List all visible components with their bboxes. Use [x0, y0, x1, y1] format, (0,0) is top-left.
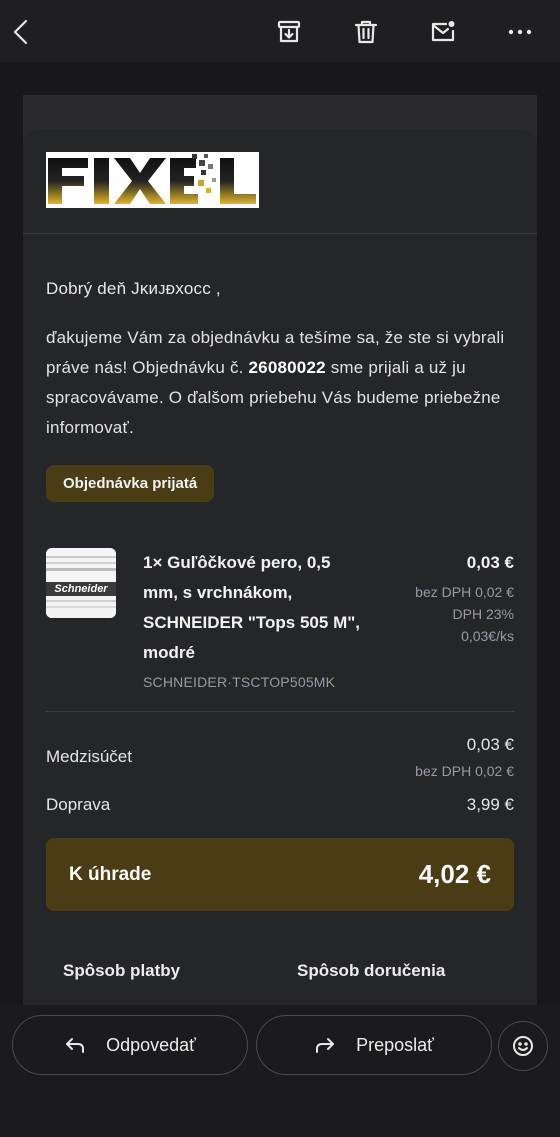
total-due-box: K úhrade 4,02 €: [46, 838, 514, 911]
smiley-icon: [513, 1036, 533, 1056]
order-number[interactable]: 26080022: [249, 358, 326, 377]
total-value: 4,02 €: [418, 859, 491, 889]
total-label: K úhrade: [69, 864, 152, 885]
product-price: 0,03 €: [466, 553, 514, 572]
product-sku: SCHNEIDER·TSCTOP505MK: [143, 674, 336, 690]
trash-icon: [354, 20, 378, 44]
back-button[interactable]: [2, 12, 42, 52]
more-options-button[interactable]: [500, 12, 540, 52]
email-body-frame: Dobrý deň Jĸᴎᴊᴆxocc , ďakujeme Vám za ob…: [23, 95, 537, 1005]
mark-unread-button[interactable]: [423, 12, 463, 52]
archive-button[interactable]: [269, 12, 309, 52]
archive-icon: [277, 20, 301, 43]
intro-paragraph: ďakujeme Vám za objednávku a tešíme sa, …: [46, 323, 516, 443]
product-thumbnail[interactable]: Schneider: [46, 548, 116, 618]
subtotal-row: Medzisúčet 0,03 € bez DPH 0,02 €: [46, 735, 514, 785]
shipping-row: Doprava 3,99 €: [46, 795, 514, 819]
subtotal-value: 0,03 €: [466, 735, 514, 754]
shipping-value: 3,99 €: [466, 795, 514, 814]
emoji-reaction-button[interactable]: [498, 1021, 548, 1071]
product-prices: 0,03 € bez DPH 0,02 € DPH 23% 0,03€/ks: [415, 553, 514, 647]
more-icon: [508, 29, 532, 35]
greeting-text: Dobrý deň Jĸᴎᴊᴆxocc ,: [46, 279, 221, 298]
reply-button[interactable]: Odpovedať: [12, 1015, 248, 1075]
fixel-logo: [46, 152, 259, 208]
delivery-method-title: Spôsob doručenia: [297, 961, 446, 980]
product-unit-price: 0,03€/ks: [461, 628, 514, 644]
subtotal-label: Medzisúčet: [46, 747, 132, 766]
product-thumb-brand: Schneider: [54, 583, 108, 595]
forward-button[interactable]: Preposlať: [256, 1015, 492, 1075]
delete-button[interactable]: [346, 12, 386, 52]
order-status-badge: Objednávka prijatá: [46, 465, 215, 502]
payment-method-title: Spôsob platby: [63, 961, 181, 980]
email-card: Dobrý deň Jĸᴎᴊᴆxocc , ďakujeme Vám za ob…: [23, 129, 537, 1005]
product-vat: DPH 23%: [452, 606, 514, 622]
forward-label: Preposlať: [356, 1034, 434, 1055]
product-price-ex-vat: bez DPH 0,02 €: [415, 584, 514, 600]
subtotal-ex-vat: bez DPH 0,02 €: [415, 763, 514, 779]
header-divider: [23, 233, 537, 234]
top-app-bar: [0, 0, 560, 62]
forward-icon: [316, 1038, 335, 1053]
reply-icon: [66, 1038, 85, 1053]
mark-unread-icon: [431, 21, 455, 42]
back-arrow-icon: [13, 19, 28, 45]
product-divider: [46, 711, 514, 712]
product-name[interactable]: 1× Guľôčkové pero, 0,5 mm, s vrchnákom, …: [143, 548, 363, 668]
shipping-label: Doprava: [46, 795, 111, 814]
reply-label: Odpovedať: [106, 1034, 196, 1055]
